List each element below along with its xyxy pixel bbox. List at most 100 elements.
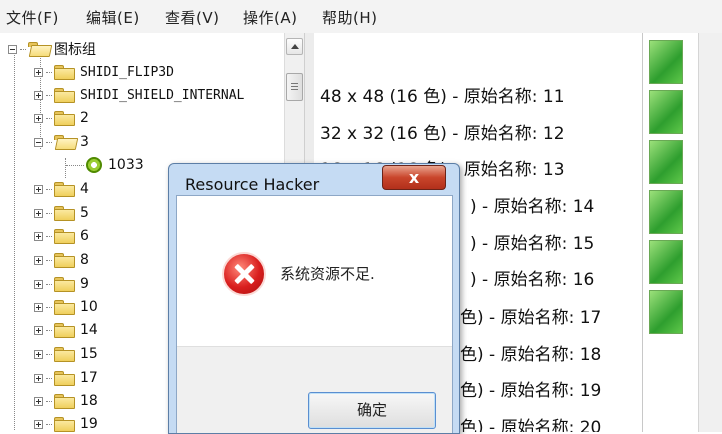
expand-icon[interactable] <box>34 67 43 77</box>
collapse-icon[interactable] <box>34 137 43 147</box>
tree-item[interactable]: 6 <box>34 225 89 247</box>
expand-icon[interactable] <box>34 373 43 383</box>
icon-preview <box>649 240 683 284</box>
scroll-up-button[interactable] <box>286 38 303 55</box>
folder-icon <box>54 347 75 362</box>
tree-item[interactable]: 9 <box>34 273 89 295</box>
list-item[interactable]: ) - 原始名称: 16 <box>470 265 594 290</box>
expand-icon[interactable] <box>34 208 43 218</box>
expand-icon[interactable] <box>34 231 43 241</box>
tree-item-label: 5 <box>80 205 89 221</box>
icon-preview <box>649 140 683 184</box>
icon-strip-scrollbar[interactable] <box>698 33 722 432</box>
tree-item-label: SHIDI_FLIP3D <box>80 64 174 80</box>
expand-icon[interactable] <box>34 419 43 429</box>
tree-item-label: 8 <box>80 252 89 268</box>
error-icon <box>222 252 266 296</box>
folder-icon <box>54 253 75 268</box>
tree-item-label: 6 <box>80 228 89 244</box>
close-icon: x <box>408 168 420 187</box>
menu-bar: 文件(F) 编辑(E) 查看(V) 操作(A) 帮助(H) <box>0 0 722 34</box>
folder-icon <box>54 135 79 150</box>
tree-item[interactable]: 19 <box>34 413 98 432</box>
tree-item-label: 3 <box>80 134 89 150</box>
collapse-icon[interactable] <box>8 44 17 54</box>
list-item[interactable]: 色) - 原始名称: 20 <box>460 413 601 432</box>
tree-item[interactable]: SHIDI_SHIELD_INTERNAL <box>34 84 244 106</box>
tree-root[interactable]: 图标组 <box>8 38 96 60</box>
folder-icon <box>28 42 53 57</box>
tree-leaf[interactable]: 1033 <box>66 154 144 176</box>
expand-icon[interactable] <box>34 184 43 194</box>
folder-icon <box>54 111 75 126</box>
folder-icon <box>54 182 75 197</box>
icon-preview <box>649 40 683 84</box>
folder-icon <box>54 371 75 386</box>
tree-item[interactable]: 3 <box>34 131 89 153</box>
list-item[interactable]: 48 x 48 (16 色) - 原始名称: 11 <box>320 82 565 107</box>
list-item[interactable]: 色) - 原始名称: 17 <box>460 303 601 328</box>
expand-icon[interactable] <box>34 90 43 100</box>
tree-item-label: 19 <box>80 416 98 432</box>
expand-icon[interactable] <box>34 279 43 289</box>
arrow-up-icon <box>291 44 299 49</box>
tree-item-label: 18 <box>80 393 98 409</box>
tree-item-label: 4 <box>80 181 89 197</box>
tree-item[interactable]: 14 <box>34 319 98 341</box>
dialog-title: Resource Hacker <box>185 175 320 194</box>
tree-item[interactable]: 15 <box>34 343 98 365</box>
dialog-body: 系统资源不足. 确定 <box>176 195 453 433</box>
tree-root-label: 图标组 <box>54 42 96 58</box>
expand-icon[interactable] <box>34 302 43 312</box>
tree-item-label: 17 <box>80 370 98 386</box>
list-item[interactable]: ) - 原始名称: 14 <box>470 192 594 217</box>
ok-button[interactable]: 确定 <box>308 392 436 429</box>
tree-item-label: 2 <box>80 110 89 126</box>
tree-item-label: SHIDI_SHIELD_INTERNAL <box>80 87 245 103</box>
expand-icon[interactable] <box>34 349 43 359</box>
folder-icon <box>54 88 75 103</box>
folder-icon <box>54 394 75 409</box>
tree-item[interactable]: 5 <box>34 202 89 224</box>
icon-preview <box>649 90 683 134</box>
expand-icon[interactable] <box>34 396 43 406</box>
tree-item[interactable]: 18 <box>34 390 98 412</box>
scroll-thumb[interactable] <box>286 73 303 101</box>
folder-icon <box>54 417 75 432</box>
folder-icon <box>54 277 75 292</box>
dialog-footer: 确定 <box>177 346 452 433</box>
tree-item-label: 14 <box>80 322 98 338</box>
list-item[interactable]: 32 x 32 (16 色) - 原始名称: 12 <box>320 119 565 144</box>
tree-item-label: 10 <box>80 299 98 315</box>
folder-icon <box>54 65 75 80</box>
menu-edit[interactable]: 编辑(E) <box>86 7 140 28</box>
tree-item[interactable]: 2 <box>34 107 89 129</box>
expand-icon[interactable] <box>34 325 43 335</box>
tree-item[interactable]: 8 <box>34 249 89 271</box>
expand-icon[interactable] <box>34 255 43 265</box>
expand-icon[interactable] <box>34 113 43 123</box>
tree-item[interactable]: 10 <box>34 296 98 318</box>
tree-item-label: 9 <box>80 276 89 292</box>
tree-item[interactable]: SHIDI_FLIP3D <box>34 61 174 83</box>
folder-icon <box>54 323 75 338</box>
folder-icon <box>54 229 75 244</box>
menu-view[interactable]: 查看(V) <box>165 7 219 28</box>
tree-item[interactable]: 17 <box>34 367 98 389</box>
list-item[interactable]: 色) - 原始名称: 19 <box>460 376 601 401</box>
menu-action[interactable]: 操作(A) <box>243 7 297 28</box>
tree-item-label: 15 <box>80 346 98 362</box>
gear-icon <box>86 157 102 173</box>
menu-file[interactable]: 文件(F) <box>6 7 59 28</box>
list-item[interactable]: 色) - 原始名称: 18 <box>460 340 601 365</box>
folder-icon <box>54 300 75 315</box>
icon-preview <box>649 290 683 334</box>
close-button[interactable]: x <box>382 165 446 190</box>
folder-icon <box>54 206 75 221</box>
error-dialog: Resource Hacker x 系统资源不足. 确定 <box>168 163 460 434</box>
menu-help[interactable]: 帮助(H) <box>322 7 377 28</box>
error-message: 系统资源不足. <box>280 265 375 283</box>
list-item[interactable]: ) - 原始名称: 15 <box>470 229 594 254</box>
tree-item[interactable]: 4 <box>34 178 89 200</box>
tree-leaf-label: 1033 <box>108 157 144 173</box>
